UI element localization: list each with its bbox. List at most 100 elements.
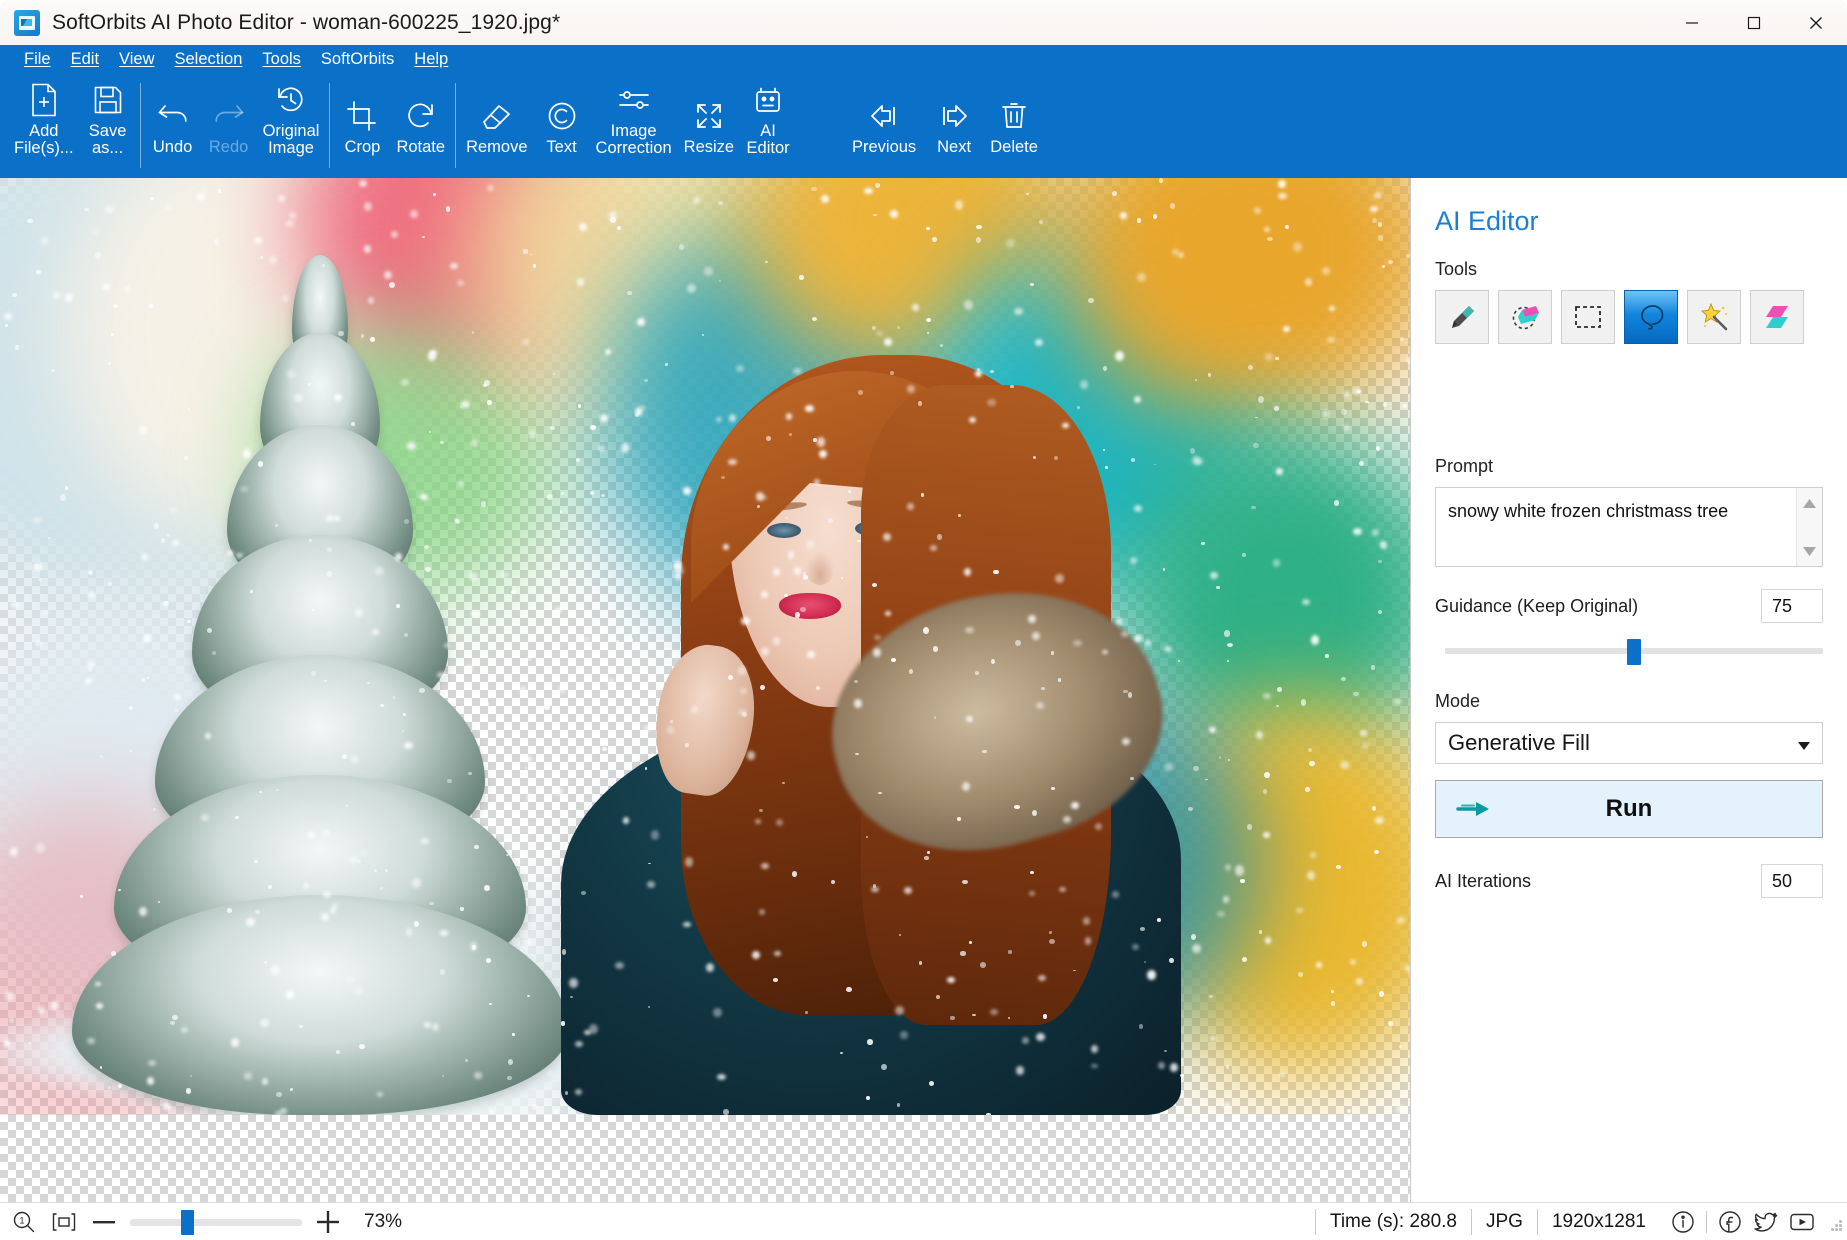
resize-grip[interactable] <box>1825 1214 1841 1230</box>
robot-icon <box>753 79 783 121</box>
toolbar-previous-label: Previous <box>852 139 916 156</box>
menu-selection[interactable]: Selection <box>165 45 253 73</box>
application-window: SoftOrbits AI Photo Editor - woman-60022… <box>0 0 1847 1240</box>
twitter-icon[interactable] <box>1749 1208 1783 1236</box>
zoom-out-button[interactable] <box>90 1208 118 1236</box>
rectangle-select-tool[interactable] <box>1561 290 1615 344</box>
youtube-icon[interactable] <box>1785 1208 1819 1236</box>
edited-photo[interactable] <box>0 178 1411 1115</box>
rectangle-select-icon <box>1574 304 1602 330</box>
redo-icon <box>212 95 246 137</box>
zoom-slider-thumb[interactable] <box>181 1210 194 1235</box>
info-icon[interactable] <box>1666 1208 1700 1236</box>
copyright-icon <box>547 95 577 137</box>
guidance-value-field[interactable]: 75 <box>1761 589 1823 623</box>
time-status: Time (s): 280.8 <box>1315 1209 1471 1235</box>
main-area: AI Editor Tools <box>0 178 1847 1202</box>
scroll-down-arrow-icon[interactable] <box>1797 540 1822 562</box>
zoom-percent-label: 73% <box>364 1211 402 1233</box>
facebook-icon[interactable] <box>1713 1208 1747 1236</box>
toolbar-delete-button[interactable]: Delete <box>984 89 1044 178</box>
toolbar-original-image-button[interactable]: Original Image <box>257 73 326 178</box>
zoom-slider[interactable] <box>130 1209 302 1235</box>
toolbar-add-files-label: Add File(s)... <box>14 123 74 158</box>
maximize-button[interactable] <box>1723 0 1785 45</box>
main-toolbar: Add File(s)... Save as... Undo <box>0 73 1847 178</box>
guidance-row: Guidance (Keep Original) 75 <box>1435 589 1823 623</box>
add-file-icon <box>29 79 59 121</box>
mode-select[interactable]: Generative Fill <box>1435 722 1823 764</box>
guidance-slider-thumb[interactable] <box>1627 639 1641 665</box>
fit-to-window-icon[interactable] <box>50 1208 78 1236</box>
eraser-circle-icon <box>1510 302 1540 332</box>
toolbar-spacer <box>796 73 844 178</box>
toolbar-resize-button[interactable]: Resize <box>678 89 740 178</box>
toolbar-rotate-button[interactable]: Rotate <box>390 89 451 178</box>
window-title: SoftOrbits AI Photo Editor - woman-60022… <box>52 11 560 35</box>
menu-tools-label: Tools <box>262 50 301 68</box>
minimize-button[interactable] <box>1661 0 1723 45</box>
lasso-select-tool[interactable] <box>1624 290 1678 344</box>
gradient-tool[interactable] <box>1750 290 1804 344</box>
run-button[interactable]: Run <box>1435 780 1823 838</box>
rotate-icon <box>406 95 436 137</box>
prompt-input[interactable]: snowy white frozen christmass tree <box>1436 488 1796 566</box>
magic-wand-tool[interactable] <box>1687 290 1741 344</box>
toolbar-add-files-button[interactable]: Add File(s)... <box>8 73 80 178</box>
menu-file[interactable]: File <box>14 45 61 73</box>
menu-view[interactable]: View <box>109 45 164 73</box>
toolbar-ai-editor-button[interactable]: AI Editor <box>740 73 796 178</box>
prompt-scrollbar[interactable] <box>1796 488 1822 566</box>
toolbar-image-correction-label: Image Correction <box>596 123 672 158</box>
menu-selection-label: Selection <box>175 50 243 68</box>
toolbar-image-correction-button[interactable]: Image Correction <box>590 73 678 178</box>
magic-wand-icon <box>1699 302 1729 332</box>
menu-tools[interactable]: Tools <box>252 45 311 73</box>
trash-icon <box>1000 95 1028 137</box>
guidance-slider[interactable] <box>1445 637 1823 665</box>
menu-softorbits[interactable]: SoftOrbits <box>311 45 404 73</box>
social-links <box>1660 1208 1825 1236</box>
zoom-actual-size-icon[interactable]: 1 <box>10 1208 38 1236</box>
lasso-icon <box>1636 302 1666 332</box>
toolbar-next-button[interactable]: Next <box>924 89 984 178</box>
toolbar-original-image-label: Original Image <box>263 123 320 158</box>
zoom-slider-track[interactable] <box>130 1219 302 1226</box>
toolbar-redo-button[interactable]: Redo <box>201 89 257 178</box>
close-button[interactable] <box>1785 0 1847 45</box>
next-arrow-icon <box>938 95 970 137</box>
toolbar-rotate-label: Rotate <box>396 139 445 156</box>
status-right-group: Time (s): 280.8 JPG 1920x1281 <box>1315 1203 1847 1240</box>
zoom-in-button[interactable] <box>314 1208 342 1236</box>
iterations-value-field[interactable]: 50 <box>1761 864 1823 898</box>
toolbar-previous-button[interactable]: Previous <box>844 89 924 178</box>
toolbar-next-label: Next <box>937 139 971 156</box>
eraser-icon <box>481 95 513 137</box>
toolbar-save-as-label: Save as... <box>89 123 127 158</box>
tools-row <box>1435 290 1823 344</box>
toolbar-text-button[interactable]: Text <box>534 89 590 178</box>
toolbar-undo-label: Undo <box>153 139 192 156</box>
panel-title: AI Editor <box>1435 206 1823 237</box>
toolbar-divider <box>140 83 141 168</box>
toolbar-divider-2 <box>329 83 330 168</box>
eraser-tool[interactable] <box>1498 290 1552 344</box>
nose <box>805 551 835 585</box>
prompt-field[interactable]: snowy white frozen christmass tree <box>1435 487 1823 567</box>
menu-edit[interactable]: Edit <box>61 45 109 73</box>
ai-editor-panel: AI Editor Tools <box>1411 178 1847 1202</box>
toolbar-remove-label: Remove <box>466 139 527 156</box>
brush-tool[interactable] <box>1435 290 1489 344</box>
toolbar-remove-button[interactable]: Remove <box>460 89 533 178</box>
image-canvas[interactable] <box>0 178 1411 1202</box>
toolbar-undo-button[interactable]: Undo <box>145 89 201 178</box>
chevron-down-icon <box>1798 730 1810 756</box>
marker-brush-icon <box>1447 302 1477 332</box>
toolbar-crop-button[interactable]: Crop <box>334 89 390 178</box>
history-icon <box>276 79 306 121</box>
scroll-up-arrow-icon[interactable] <box>1797 492 1822 514</box>
toolbar-save-as-button[interactable]: Save as... <box>80 73 136 178</box>
menu-softorbits-label: SoftOrbits <box>321 50 394 68</box>
zoom-controls: 1 73% <box>0 1208 402 1236</box>
menu-help[interactable]: Help <box>404 45 458 73</box>
